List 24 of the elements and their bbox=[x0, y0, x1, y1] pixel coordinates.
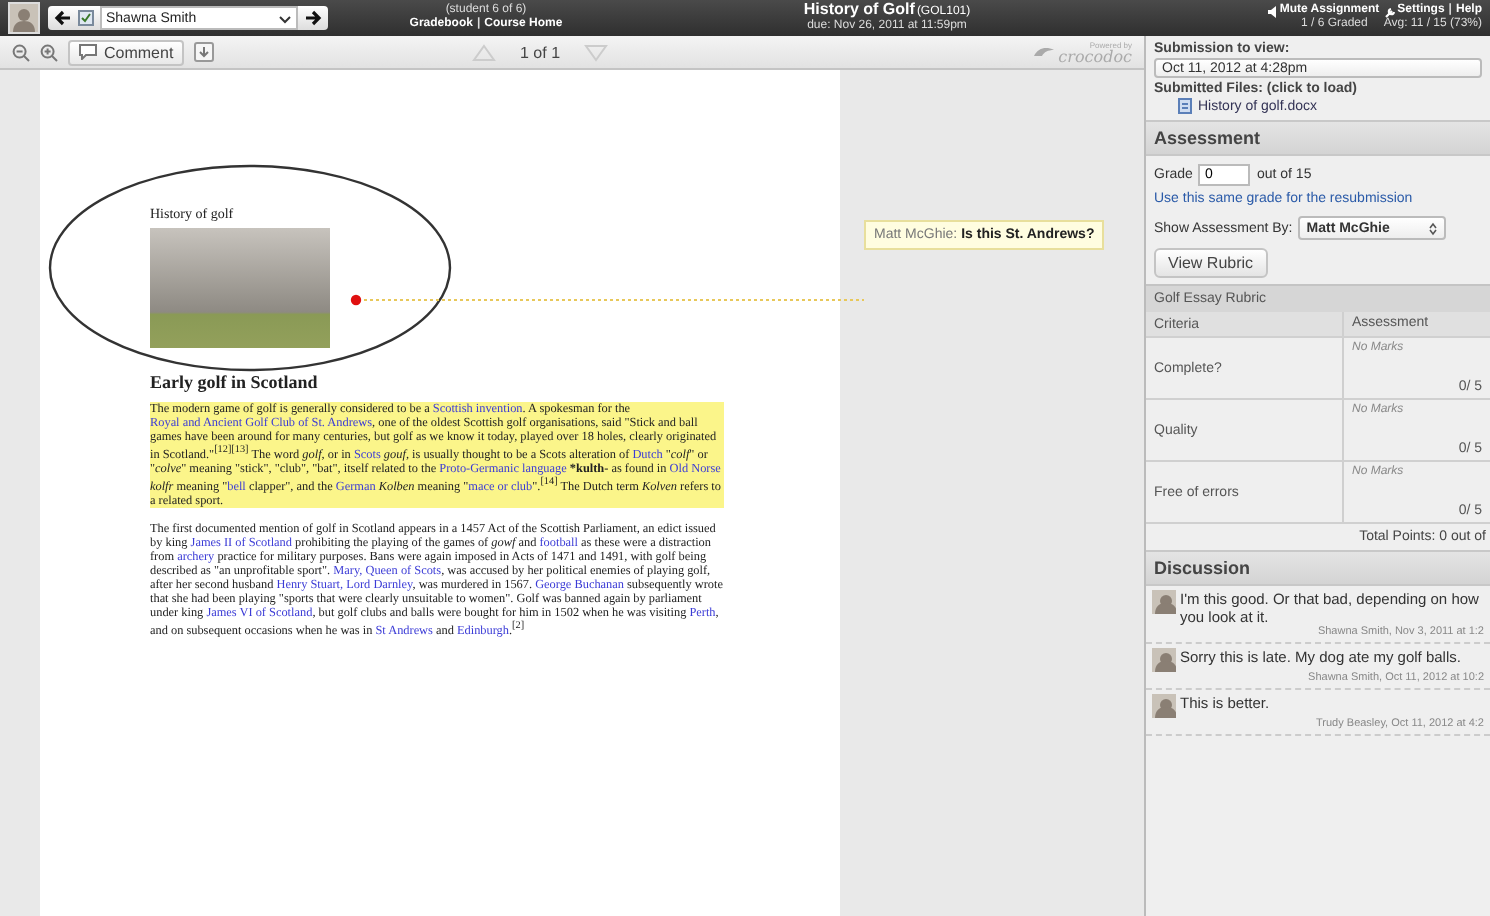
download-icon[interactable] bbox=[193, 42, 214, 62]
dropdown-icon bbox=[278, 11, 292, 25]
wrench-icon bbox=[1383, 5, 1396, 17]
right-arrow-icon[interactable] bbox=[304, 10, 322, 26]
view-rubric-button[interactable]: View Rubric bbox=[1154, 248, 1268, 278]
brand-name: crocodoc bbox=[1058, 52, 1132, 64]
avatar-icon bbox=[1152, 694, 1176, 718]
dropdown-icon bbox=[1428, 221, 1439, 235]
section-heading: Early golf in Scotland bbox=[150, 372, 320, 392]
document-icon bbox=[1178, 98, 1192, 114]
assignment-title: History of Golf bbox=[803, 0, 915, 18]
speech-bubble-icon bbox=[78, 44, 98, 60]
annotation-pin[interactable] bbox=[350, 294, 362, 306]
avatar-icon bbox=[1152, 590, 1176, 614]
comment-button[interactable]: Comment bbox=[68, 39, 184, 65]
zoom-in-icon[interactable] bbox=[40, 43, 58, 61]
zoom-out-icon[interactable] bbox=[12, 43, 30, 61]
speaker-icon bbox=[1267, 5, 1278, 17]
section-header: Assessment bbox=[1146, 120, 1490, 156]
checkbox-icon bbox=[78, 10, 94, 26]
avatar-icon bbox=[1152, 648, 1176, 672]
page-indicator: 1 of 1 bbox=[520, 43, 561, 61]
section-header: Discussion bbox=[1146, 550, 1490, 586]
left-arrow-icon[interactable] bbox=[54, 10, 72, 26]
